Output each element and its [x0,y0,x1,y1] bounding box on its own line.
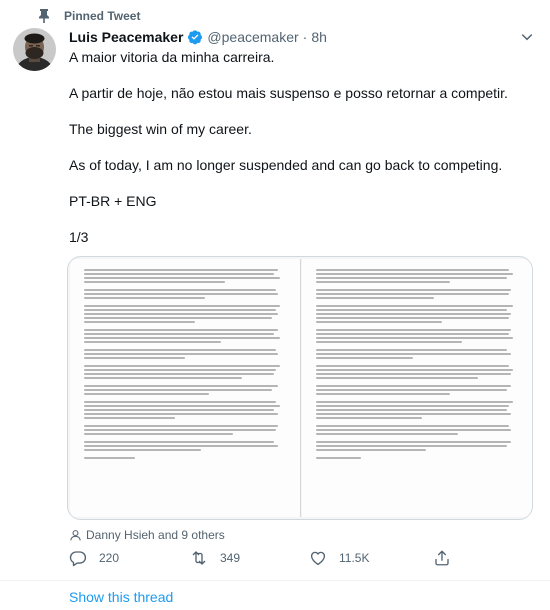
verified-badge-icon [188,30,203,45]
tweet-text-paragraph-5: PT-BR + ENG [69,193,157,209]
separator-dot: · [302,29,308,45]
more-options-chevron-icon[interactable] [518,28,536,46]
avatar[interactable] [13,28,56,71]
tweet-text-paragraph-1: A maior vitoria da minha carreira. [69,49,275,65]
author-name[interactable]: Luis Peacemaker [69,29,183,45]
attached-document-image[interactable] [67,256,533,520]
person-icon [70,529,81,540]
like-button[interactable]: 11.5K [309,549,369,567]
retweet-count: 349 [220,551,241,565]
tweet-timestamp[interactable]: 8h [311,29,327,45]
show-thread-link[interactable]: Show this thread [69,589,173,605]
reply-icon [69,551,87,567]
divider [0,580,550,581]
tweet-actions: 220 349 11.5K [69,547,529,569]
tweet-text-paragraph-2: A partir de hoje, não estou mais suspens… [69,85,508,101]
tweet-text-paragraph-4: As of today, I am no longer suspended an… [69,157,503,173]
share-button[interactable] [433,549,463,567]
heart-icon [310,551,326,566]
like-count: 11.5K [339,551,370,565]
tweet-text-paragraph-3: The biggest win of my career. [69,121,252,137]
tagged-people[interactable]: Danny Hsieh and 9 others [69,526,225,544]
document-page-right [302,259,532,517]
share-icon [435,550,449,566]
retweet-button[interactable]: 349 [190,549,240,567]
pin-icon [39,9,49,23]
pinned-label: Pinned Tweet [64,9,141,23]
tagged-people-label: Danny Hsieh and 9 others [86,528,225,542]
pinned-tweet-header: Pinned Tweet [38,6,140,26]
tweet-text-paragraph-6: 1/3 [69,229,89,245]
retweet-icon [192,551,206,565]
author-handle[interactable]: @peacemaker [207,29,298,45]
reply-button[interactable]: 220 [69,549,119,567]
document-page-left [70,259,301,517]
tweet-header: Luis Peacemaker @peacemaker · 8h [69,28,327,46]
reply-count: 220 [99,551,120,565]
